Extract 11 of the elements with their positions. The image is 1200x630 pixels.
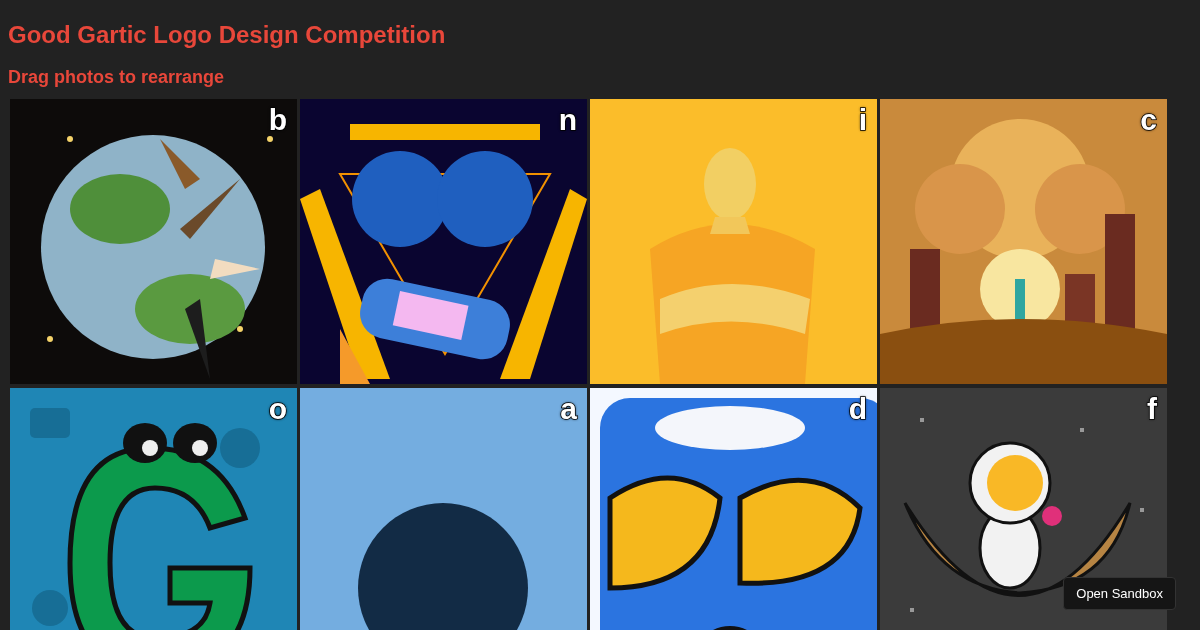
photo-letter: n bbox=[558, 103, 577, 137]
page-title: Good Gartic Logo Design Competition bbox=[8, 20, 446, 49]
open-sandbox-button[interactable]: Open Sandbox bbox=[1063, 577, 1176, 610]
subtitle: Drag photos to rearrange bbox=[8, 66, 225, 88]
photo-letter: f bbox=[1147, 392, 1157, 426]
photo-letter: i bbox=[858, 103, 867, 137]
photo-letter: o bbox=[268, 392, 287, 426]
photo-letter: d bbox=[848, 392, 867, 426]
photo-letter: c bbox=[1140, 103, 1157, 137]
photo-letter: b bbox=[268, 103, 287, 137]
photo-letter: a bbox=[560, 392, 577, 426]
